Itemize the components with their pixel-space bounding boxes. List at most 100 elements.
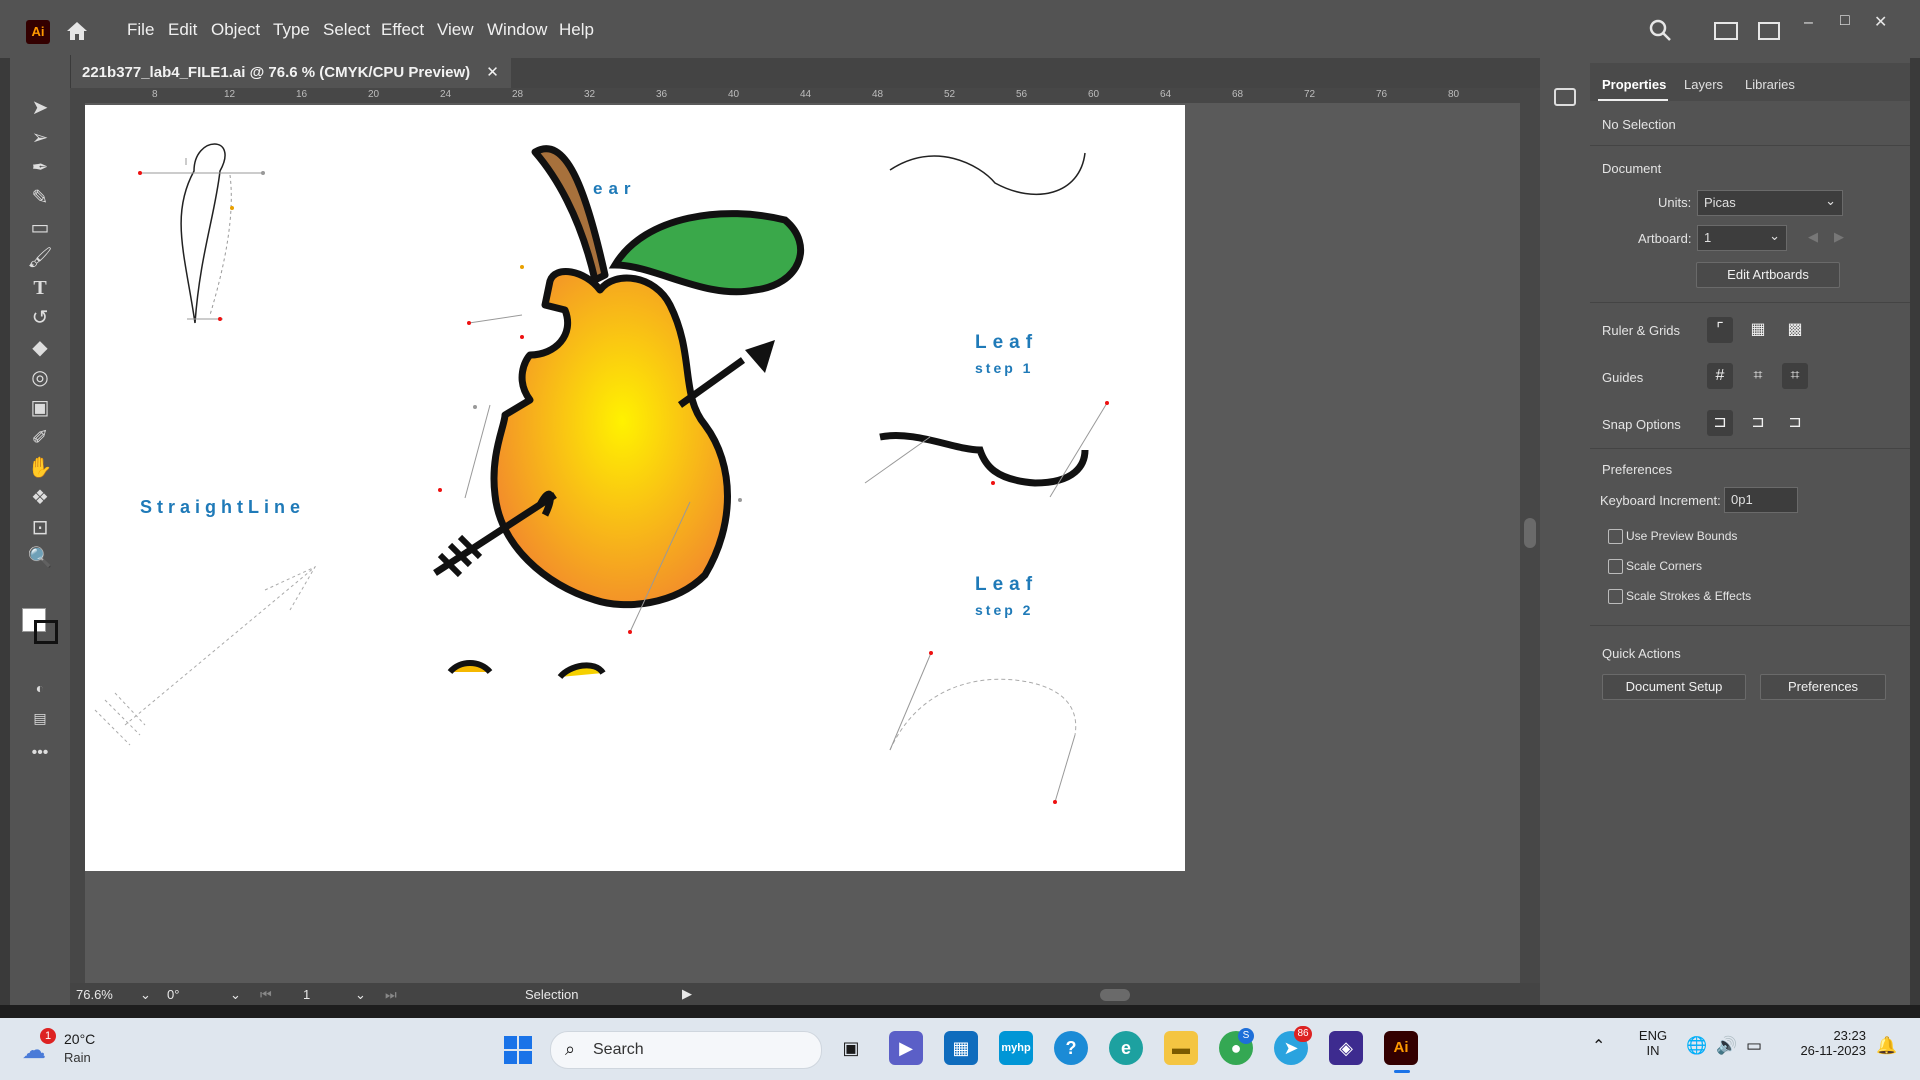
vertical-scrollbar[interactable] [1520, 88, 1540, 983]
curvature-tool-icon[interactable]: ✎ [25, 185, 55, 211]
show-hidden-icons[interactable]: ⌃ [1592, 1036, 1605, 1056]
start-button[interactable] [503, 1035, 533, 1065]
workspace-icon[interactable] [1714, 22, 1738, 40]
document-tab[interactable]: 221b377_lab4_FILE1.ai @ 76.6 % (CMYK/CPU… [70, 58, 511, 88]
transparency-grid-icon[interactable]: ▩ [1782, 317, 1808, 343]
tab-layers[interactable]: Layers [1684, 77, 1723, 92]
artboard-number-field[interactable]: 1 [303, 987, 310, 1002]
scale-strokes-effects-checkbox[interactable] [1608, 589, 1623, 604]
direct-selection-tool-icon[interactable]: ➢ [25, 125, 55, 151]
units-select[interactable]: Picas ⌄ [1697, 190, 1843, 216]
maximize-button[interactable]: □ [1840, 12, 1850, 30]
preferences-button[interactable]: Preferences [1760, 674, 1886, 700]
screen-mode-icon[interactable]: ▤ [25, 705, 55, 731]
lock-guides-icon[interactable]: ⌗ [1782, 363, 1808, 389]
weather-widget[interactable]: ☁ 1 20°C Rain [20, 1028, 110, 1070]
rotate-tool-icon[interactable]: ↺ [25, 305, 55, 331]
document-setup-button[interactable]: Document Setup [1602, 674, 1746, 700]
grid-icon[interactable]: ▦ [1745, 317, 1771, 343]
puppet-warp-tool-icon[interactable]: ✋ [25, 455, 55, 481]
menu-edit[interactable]: Edit [168, 20, 197, 40]
shape-builder-tool-icon[interactable]: ◎ [25, 365, 55, 391]
use-preview-bounds-checkbox[interactable] [1608, 529, 1623, 544]
scale-corners-checkbox[interactable] [1608, 559, 1623, 574]
artboard-tool-icon[interactable]: ⊡ [25, 515, 55, 541]
pear-illustration[interactable] [433, 145, 805, 634]
search-icon[interactable] [1648, 18, 1672, 42]
snap-to-pixel-icon[interactable]: ⊐ [1745, 410, 1771, 436]
close-tab-icon[interactable]: ✕ [486, 64, 499, 81]
draw-mode-icon[interactable]: ◐ [25, 675, 55, 701]
file-explorer-icon[interactable]: ▬ [1164, 1031, 1198, 1065]
close-window-button[interactable]: ✕ [1874, 12, 1887, 32]
gradient-tool-icon[interactable]: ▣ [25, 395, 55, 421]
zoom-dropdown-icon[interactable]: ⌄ [140, 987, 151, 1003]
teams-icon[interactable]: ▶ [889, 1031, 923, 1065]
network-icon[interactable]: 🌐 [1686, 1036, 1707, 1056]
scroll-thumb[interactable] [1524, 518, 1536, 548]
selection-tool-icon[interactable]: ➤ [25, 95, 55, 121]
leaf-step2-curve[interactable] [889, 651, 1077, 804]
eraser-tool-icon[interactable]: ◆ [25, 335, 55, 361]
menu-effect[interactable]: Effect [381, 20, 424, 40]
minimize-button[interactable]: – [1804, 14, 1813, 32]
rulers-icon[interactable]: ⌜ [1707, 317, 1733, 343]
illustrator-logo[interactable]: Ai [26, 20, 50, 44]
snap-to-point-icon[interactable]: ⊐ [1707, 410, 1733, 436]
taskbar-search-box[interactable]: ⌕ Search [550, 1031, 822, 1069]
more-tools-icon[interactable]: ••• [25, 740, 55, 766]
smart-guides-icon[interactable]: ⌗ [1745, 363, 1771, 389]
help-icon[interactable]: ? [1054, 1031, 1088, 1065]
leaf-step1-curve[interactable] [864, 401, 1109, 498]
eyedropper-tool-icon[interactable]: ✐ [25, 425, 55, 451]
guides-icon[interactable]: # [1707, 363, 1733, 389]
rotation-field[interactable]: 0° [167, 987, 179, 1002]
artboard-select[interactable]: 1 ⌄ [1697, 225, 1787, 251]
next-artboard-icon[interactable]: ▶ [1834, 229, 1844, 245]
paintbrush-tool-icon[interactable]: 🖌 [25, 245, 55, 271]
task-view-icon[interactable]: ▣ [834, 1031, 868, 1065]
symbol-sprayer-tool-icon[interactable]: ❖ [25, 485, 55, 511]
dashed-arrow[interactable] [94, 565, 317, 746]
tab-libraries[interactable]: Libraries [1745, 77, 1795, 92]
volume-icon[interactable]: 🔊 [1716, 1036, 1737, 1056]
rotation-dropdown-icon[interactable]: ⌄ [230, 987, 241, 1003]
menu-file[interactable]: File [127, 20, 154, 40]
microsoft-store-icon[interactable]: ▦ [944, 1031, 978, 1065]
previous-artboard-icon[interactable]: ◀ [1808, 229, 1818, 245]
home-icon[interactable] [64, 18, 90, 44]
artboard-nav-first-icon[interactable]: ⏮ [260, 987, 272, 1003]
artboard-nav-last-icon[interactable]: ⏭ [385, 987, 397, 1003]
rectangle-tool-icon[interactable]: ▭ [25, 215, 55, 241]
pen-tool-icon[interactable]: ✒ [25, 155, 55, 181]
tab-properties[interactable]: Properties [1602, 77, 1666, 92]
notifications-icon[interactable]: 🔔 [1876, 1036, 1897, 1056]
menu-view[interactable]: View [437, 20, 474, 40]
battery-icon[interactable]: ▭ [1746, 1036, 1762, 1056]
comments-icon[interactable] [1554, 88, 1576, 106]
keyboard-increment-input[interactable]: 0p1 [1724, 487, 1798, 513]
artboard[interactable]: ear StraightLine Leaf step 1 Leaf step 2 [85, 105, 1185, 871]
myhp-icon[interactable]: myhp [999, 1031, 1033, 1065]
snap-to-glyph-icon[interactable]: ⊐ [1782, 410, 1808, 436]
artboard-dropdown-icon[interactable]: ⌄ [355, 987, 366, 1003]
horizontal-scroll-thumb[interactable] [1100, 989, 1130, 1001]
stroke-color-swatch[interactable] [34, 620, 58, 644]
menu-object[interactable]: Object [211, 20, 260, 40]
edge-icon[interactable]: e [1109, 1031, 1143, 1065]
clock[interactable]: 23:23 26-11-2023 [1786, 1028, 1866, 1058]
menu-select[interactable]: Select [323, 20, 370, 40]
visual-studio-icon[interactable]: ◈ [1329, 1031, 1363, 1065]
zoom-tool-icon[interactable]: 🔍 [25, 545, 55, 571]
illustrator-taskbar-icon[interactable]: Ai [1384, 1031, 1418, 1065]
menu-help[interactable]: Help [559, 20, 594, 40]
zoom-level-field[interactable]: 76.6% [76, 987, 146, 1002]
drop-shape[interactable] [138, 143, 265, 324]
tool-mode-label[interactable]: Selection [525, 987, 578, 1002]
type-tool-icon[interactable]: T [25, 275, 55, 301]
status-menu-arrow-icon[interactable]: ▶ [682, 986, 692, 1002]
menu-type[interactable]: Type [273, 20, 310, 40]
language-indicator[interactable]: ENG IN [1636, 1028, 1670, 1058]
menu-window[interactable]: Window [487, 20, 547, 40]
arrange-documents-icon[interactable] [1758, 22, 1780, 40]
